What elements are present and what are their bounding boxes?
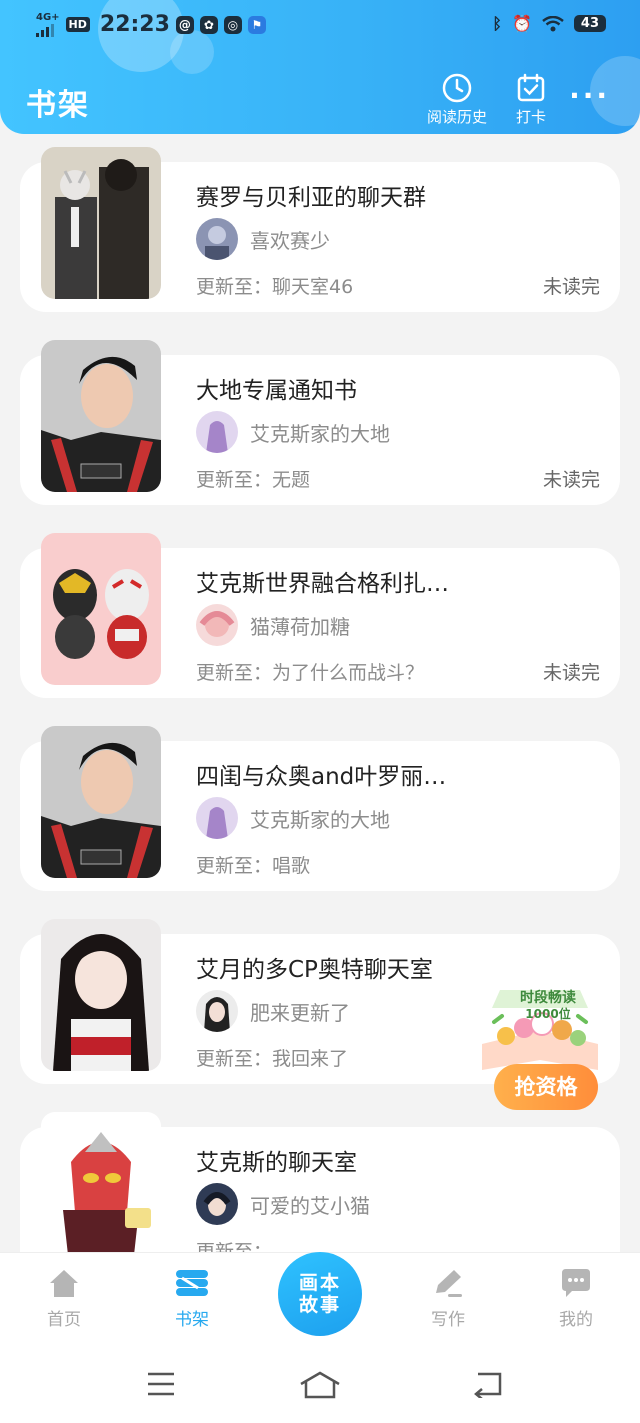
system-nav-bar xyxy=(0,1352,640,1423)
update-info: 更新至：聊天室46 xyxy=(196,276,354,298)
book-title: 艾克斯的聊天室 xyxy=(196,1150,357,1176)
reading-history-button[interactable]: 阅读历史 xyxy=(422,72,492,127)
author-avatar xyxy=(196,990,238,1032)
reading-history-label: 阅读历史 xyxy=(426,108,487,126)
author-row: 艾克斯家的大地 xyxy=(196,797,390,839)
book-title: 艾月的多CP奥特聊天室 xyxy=(196,957,433,983)
book-cover[interactable] xyxy=(41,147,161,299)
bluetooth-icon: ᛒ xyxy=(492,14,502,33)
promo-line2: 1000位 xyxy=(525,1007,571,1021)
alarm-icon: ⏰ xyxy=(511,14,532,33)
author-avatar xyxy=(196,411,238,453)
read-status: 未读完 xyxy=(542,469,600,491)
home-nav-icon[interactable] xyxy=(298,1370,342,1400)
book-title: 四闺与众奥and叶罗丽… xyxy=(196,764,447,790)
book-cover[interactable] xyxy=(41,919,161,1071)
book-cover[interactable] xyxy=(41,1112,161,1252)
book-cover[interactable] xyxy=(41,726,161,878)
notification-app-icon: ◎ xyxy=(223,15,242,34)
chat-bubble-icon xyxy=(562,1269,590,1297)
signal-icon: 4G+ xyxy=(36,12,60,37)
book-card[interactable]: 艾克斯世界融合格利扎… 猫薄荷加糖 更新至：为了什么而战斗？ 未读完 xyxy=(20,533,620,698)
top-header: 4G+ HD 22:23 @ ✿ ◎ ⚑ ᛒ ⏰ 43 书架 阅读历史 打卡 ·… xyxy=(0,0,640,134)
menu-icon[interactable] xyxy=(146,1370,176,1398)
calendar-check-icon xyxy=(517,73,545,102)
author-name: 艾克斯家的大地 xyxy=(250,807,390,832)
book-card[interactable]: 赛罗与贝利亚的聊天群 喜欢赛少 更新至：聊天室46 未读完 xyxy=(20,147,620,312)
author-row: 喜欢赛少 xyxy=(196,218,330,260)
checkin-button[interactable]: 打卡 xyxy=(508,72,554,127)
promo-line1: 时段畅读 xyxy=(520,990,576,1006)
pen-icon xyxy=(436,1270,462,1297)
update-info: 更新至： xyxy=(196,1241,273,1252)
book-title: 大地专属通知书 xyxy=(196,378,357,404)
status-bar: 4G+ HD 22:23 @ ✿ ◎ ⚑ ᛒ ⏰ 43 xyxy=(0,0,640,50)
more-dots-icon[interactable]: ··· xyxy=(569,82,610,110)
page-title: 书架 xyxy=(26,88,90,123)
tab-home[interactable]: 首页 xyxy=(24,1267,104,1330)
author-row: 可爱的艾小猫 xyxy=(196,1183,370,1225)
tab-mine-label: 我的 xyxy=(559,1310,593,1330)
read-status: 未读完 xyxy=(542,276,600,298)
wifi-icon xyxy=(542,15,564,31)
update-info: 更新至：无题 xyxy=(196,469,311,491)
author-avatar xyxy=(196,1183,238,1225)
picture-story-button[interactable]: 画本 故事 xyxy=(278,1252,362,1336)
tab-mine[interactable]: 我的 xyxy=(536,1267,616,1330)
author-row: 肥来更新了 xyxy=(196,990,350,1032)
update-info: 更新至：我回来了 xyxy=(196,1048,349,1070)
author-name: 可爱的艾小猫 xyxy=(250,1193,370,1218)
clock-icon xyxy=(442,73,472,103)
author-row: 艾克斯家的大地 xyxy=(196,411,390,453)
read-status: 未读完 xyxy=(542,662,600,684)
tab-home-label: 首页 xyxy=(47,1310,81,1330)
center-line1: 画本 xyxy=(298,1272,341,1294)
promo-widget[interactable]: 时段畅读 1000位 抢资格 xyxy=(476,986,604,1114)
author-avatar xyxy=(196,218,238,260)
author-name: 肥来更新了 xyxy=(250,1000,350,1025)
book-title: 艾克斯世界融合格利扎… xyxy=(196,571,449,597)
tab-bookshelf-label: 书架 xyxy=(175,1310,209,1330)
battery-indicator: 43 xyxy=(573,15,606,32)
notification-app-icon: @ xyxy=(175,15,194,34)
tab-write-label: 写作 xyxy=(431,1310,465,1330)
book-card[interactable]: 大地专属通知书 艾克斯家的大地 更新至：无题 未读完 xyxy=(20,340,620,505)
tab-write[interactable]: 写作 xyxy=(408,1267,488,1330)
book-cover[interactable] xyxy=(41,533,161,685)
notification-app-icon: ✿ xyxy=(199,15,218,34)
grab-qualification-button[interactable]: 抢资格 xyxy=(494,1064,598,1110)
author-name: 喜欢赛少 xyxy=(250,228,330,253)
author-name: 猫薄荷加糖 xyxy=(250,614,350,639)
hd-badge: HD xyxy=(65,17,90,32)
center-line2: 故事 xyxy=(298,1294,341,1316)
clock: 22:23 xyxy=(99,12,170,37)
book-title: 赛罗与贝利亚的聊天群 xyxy=(196,185,426,211)
author-avatar xyxy=(196,797,238,839)
promo-text: 时段畅读 1000位 xyxy=(506,990,590,1022)
book-cover[interactable] xyxy=(41,340,161,492)
checkin-label: 打卡 xyxy=(515,108,546,126)
bookshelf-icon xyxy=(176,1270,208,1296)
author-avatar xyxy=(196,604,238,646)
home-icon xyxy=(50,1270,78,1297)
book-card[interactable]: 四闺与众奥and叶罗丽… 艾克斯家的大地 更新至：唱歌 xyxy=(20,726,620,891)
update-info: 更新至：为了什么而战斗？ xyxy=(196,662,425,684)
back-icon[interactable] xyxy=(472,1370,504,1398)
author-row: 猫薄荷加糖 xyxy=(196,604,350,646)
notification-app-icon: ⚑ xyxy=(247,15,266,34)
tab-bookshelf[interactable]: 书架 xyxy=(152,1267,232,1330)
update-info: 更新至：唱歌 xyxy=(196,855,311,877)
author-name: 艾克斯家的大地 xyxy=(250,421,390,446)
